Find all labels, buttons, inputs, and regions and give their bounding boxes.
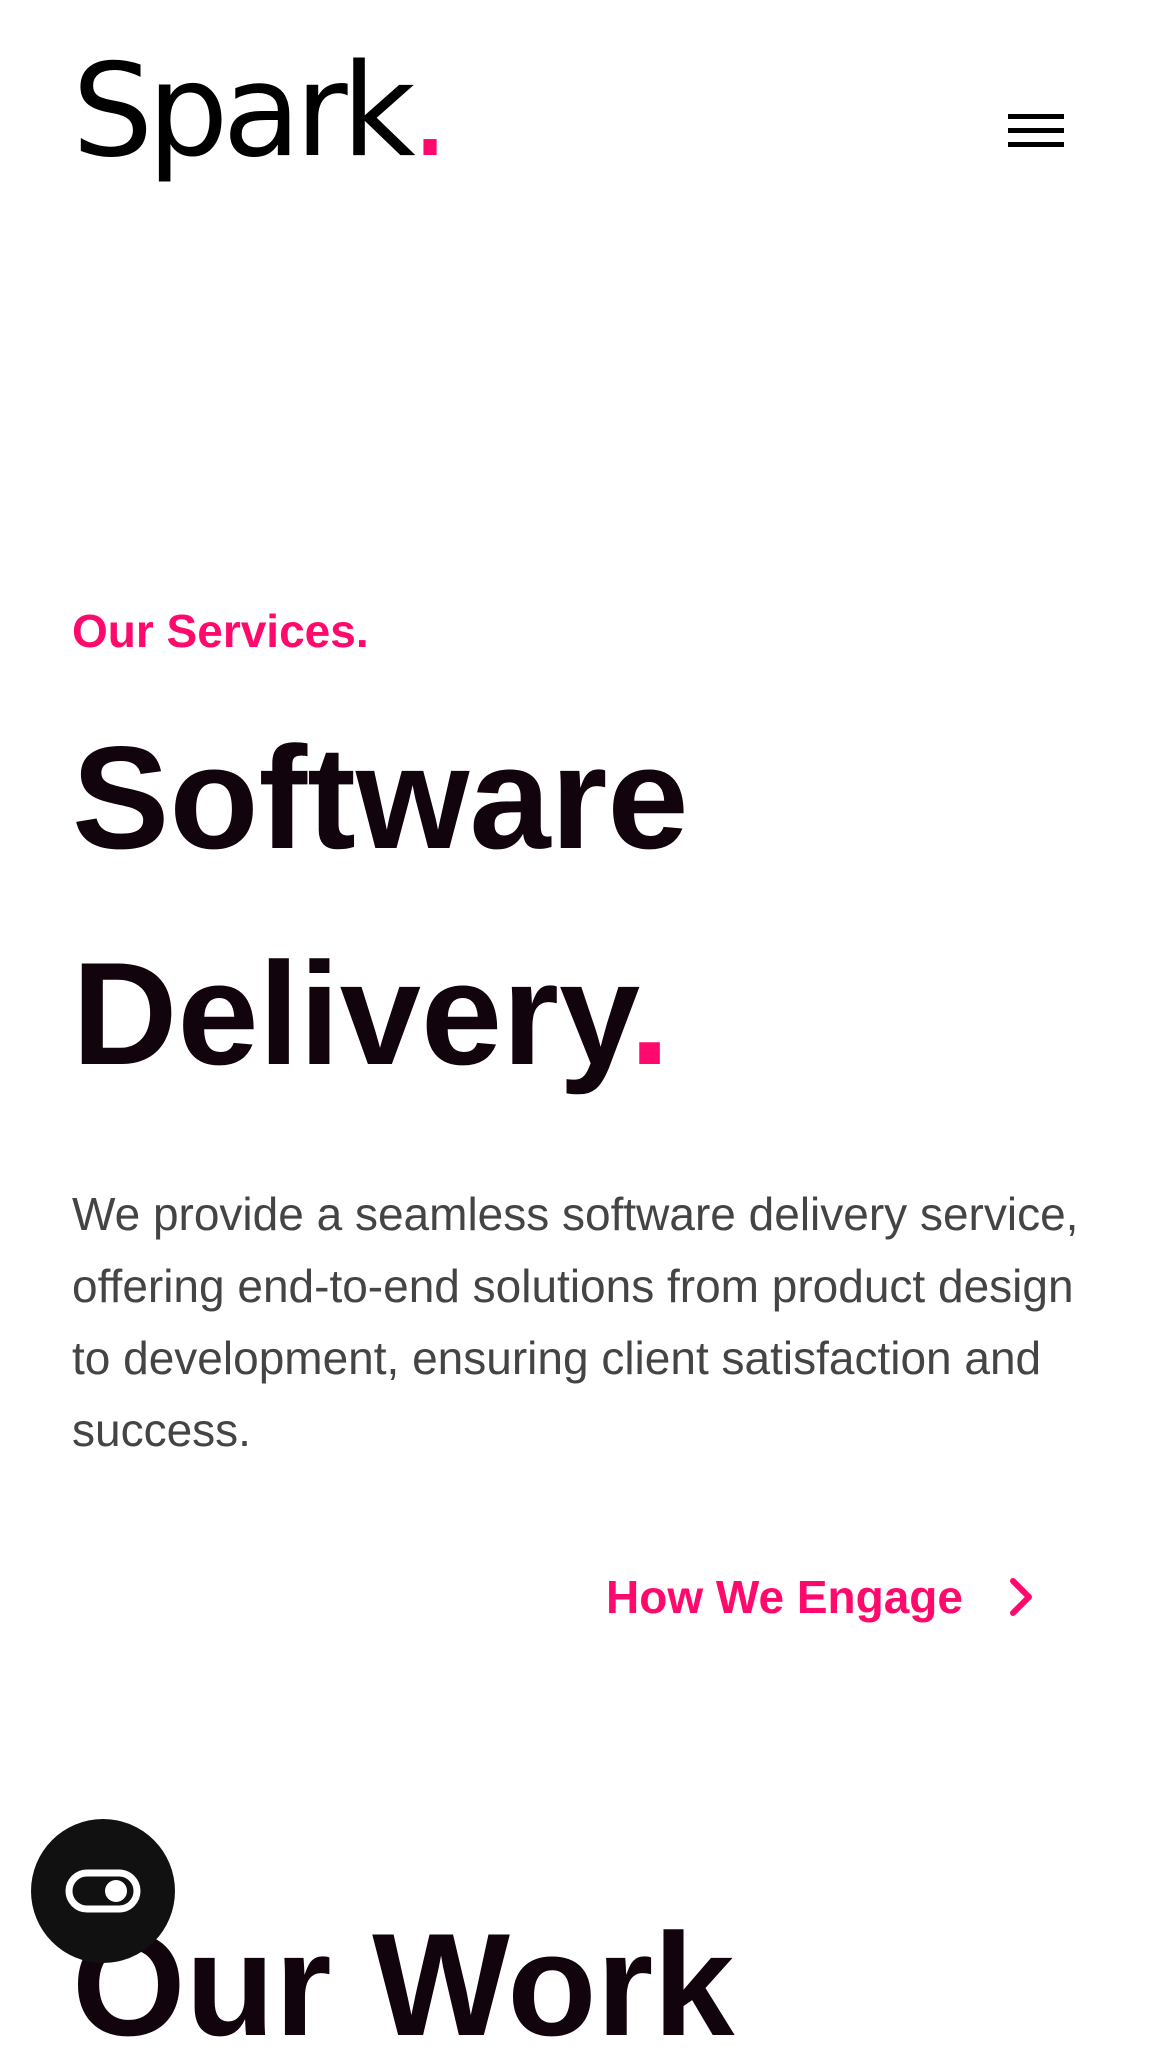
- accessibility-toggle-button[interactable]: [31, 1819, 175, 1963]
- site-logo[interactable]: Spark.: [72, 48, 450, 176]
- logo-dot: .: [409, 37, 451, 186]
- logo-text: Spark: [72, 37, 416, 186]
- our-work-heading: Our Work: [72, 1903, 735, 2066]
- site-header: Spark.: [0, 0, 1170, 230]
- how-we-engage-link[interactable]: How We Engage: [606, 1566, 1037, 1628]
- menu-bar: [1008, 128, 1064, 133]
- menu-bar: [1008, 142, 1064, 147]
- title-line-1: Software: [72, 716, 689, 879]
- hamburger-menu-icon[interactable]: [1008, 110, 1066, 154]
- chevron-right-icon: [1009, 1578, 1032, 1616]
- how-we-engage-label: How We Engage: [606, 1571, 963, 1623]
- service-description: We provide a seamless software delivery …: [72, 1188, 1079, 1456]
- accessibility-toggle-icon: [65, 1869, 141, 1913]
- page-title: Software Delivery.: [72, 690, 689, 1122]
- title-dot: .: [629, 932, 670, 1095]
- title-line-2: Delivery.: [72, 906, 689, 1122]
- section-eyebrow: Our Services.: [72, 605, 369, 657]
- menu-bar: [1008, 114, 1064, 119]
- title-line-2-text: Delivery: [72, 932, 630, 1095]
